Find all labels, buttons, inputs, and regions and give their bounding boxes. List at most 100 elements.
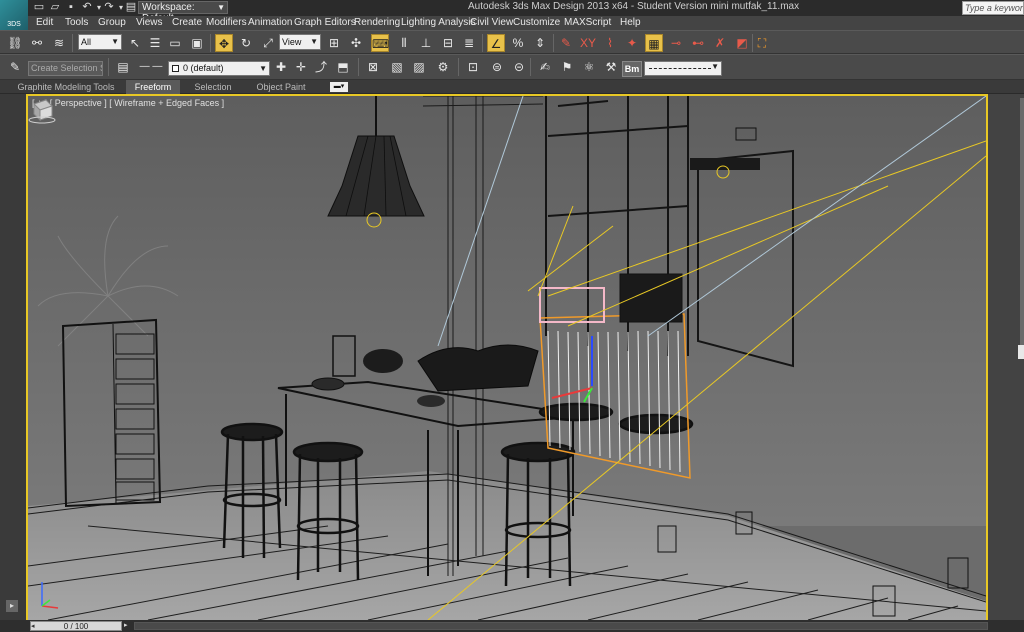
open-file-icon[interactable]: ▱ [48,1,62,14]
align-icon[interactable]: ⊥ [417,34,435,52]
keyboard-shortcut-override-icon[interactable]: ⌨ [371,34,389,52]
layer-dropdown[interactable]: 0 (default) ▼ [168,61,270,76]
window-crossing-icon[interactable]: ▣ [188,34,206,52]
expand-arrow-icon[interactable]: ▸ [6,600,18,612]
edit-named-selection-icon[interactable]: ✎ [557,34,575,52]
tab-freeform[interactable]: Freeform [126,80,180,94]
unlink-icon[interactable]: ⚯ [28,34,46,52]
menu-item-group[interactable]: Group [98,17,126,28]
mirror-axis-icon[interactable]: XY [579,34,597,52]
chevron-right-icon[interactable]: ▸ [124,621,128,629]
menu-item-create[interactable]: Create [172,17,202,28]
select-and-move-icon[interactable]: ✥ [215,34,233,52]
bind-space-warp-icon[interactable]: ≋ [50,34,68,52]
project-folder-icon[interactable]: ▤ [124,1,138,14]
render-online-icon[interactable]: ⛶ [753,34,771,52]
select-and-manipulate-icon[interactable]: ✣ [347,34,365,52]
menu-item-lighting-analysis[interactable]: Lighting Analysis [401,17,476,28]
close-container-icon[interactable]: ⊝ [510,58,528,76]
menu-item-help[interactable]: Help [620,17,641,28]
select-and-scale-icon[interactable]: ⤢ [259,34,277,52]
time-slider[interactable]: ◂ 0 / 100 [30,621,122,631]
layer-manager-icon[interactable]: ▤ [114,58,132,76]
menu-item-civil-view[interactable]: Civil View [470,17,513,28]
secondary-toolbar: ✎ Create Selection Se ▤ — — 0 (default) … [0,54,1024,80]
angle-snap-icon[interactable]: ∠ [487,34,505,52]
wireframe-scene [28,96,986,620]
selection-filter-dropdown[interactable]: All ▼ [78,34,122,50]
workspace-dropdown[interactable]: Workspace: Default ▼ [138,1,228,24]
scrollbar-thumb[interactable] [1020,98,1024,358]
menu-item-modifiers[interactable]: Modifiers [206,17,247,28]
save-file-icon[interactable]: ▪ [64,1,78,14]
new-file-icon[interactable]: ▭ [32,1,46,14]
snap-options-icon[interactable]: ⚒ [602,58,620,76]
toggle-scene-explorer-icon[interactable]: ⊟ [439,34,457,52]
edit-named-selection-sets-icon[interactable]: ✎ [6,58,24,76]
percent-snap-icon[interactable]: % [509,34,527,52]
reference-coordinate-value: View [282,37,302,47]
tab-graphite-modeling-tools[interactable]: Graphite Modeling Tools [14,80,118,94]
select-by-name-icon[interactable]: ☰ [146,34,164,52]
lock-container-icon[interactable]: ⊡ [464,58,482,76]
schematic-view-icon[interactable]: ✦ [623,34,641,52]
curve-editor-icon[interactable]: ⌇ [601,34,619,52]
render-iterative-icon[interactable]: ◩ [733,34,751,52]
frame-display: 0 / 100 [63,622,89,631]
render-production-icon[interactable]: ✗ [711,34,729,52]
container-icon[interactable]: ⊠ [364,58,382,76]
update-container-icon[interactable]: ⚙ [434,58,452,76]
title-bar: ▭ ▱ ▪ ↶ ▾ ↷ ▾ ▤ Workspace: Default ▼ Aut… [0,0,1024,24]
menu-item-rendering[interactable]: Rendering [354,17,400,28]
spinner-snap-icon[interactable]: ⇕ [531,34,549,52]
application-menu-button[interactable]: 3DS [0,0,28,30]
chevron-left-icon[interactable]: ◂ [31,622,35,632]
named-selection-set-input[interactable]: Create Selection Se [28,61,103,76]
menu-item-customize[interactable]: Customize [513,17,560,28]
pivot-center-icon[interactable]: ⊞ [325,34,343,52]
menu-item-views[interactable]: Views [136,17,163,28]
mirror-icon[interactable]: ⫴ [395,34,413,52]
perspective-viewport[interactable]: [ + ] [ Perspective ] [ Wireframe + Edge… [26,94,988,622]
create-new-layer-icon[interactable]: ✚ [272,58,290,76]
material-editor-icon[interactable]: ▦ [645,34,663,52]
help-search-input[interactable]: Type a keyword or [962,1,1024,15]
menu-item-tools[interactable]: Tools [65,17,88,28]
render-frame-window-icon[interactable]: ⊷ [689,34,707,52]
snap-paint-icon[interactable]: ⚑ [558,58,576,76]
add-to-layer-icon[interactable]: ✛ [292,58,310,76]
select-layer-objects-icon[interactable]: ⤴ [312,58,330,76]
menu-item-animation[interactable]: Animation [248,17,292,28]
reference-coordinate-dropdown[interactable]: View ▼ [279,34,321,50]
viewport-label[interactable]: [ + ] [ Perspective ] [ Wireframe + Edge… [32,98,224,108]
snap-brush-icon[interactable]: ✍ [536,58,554,76]
toggle-layer-manager-icon[interactable]: ≣ [460,34,478,52]
menu-item-graph-editors[interactable]: Graph Editors [294,17,356,28]
tab-selection[interactable]: Selection [186,80,240,94]
render-setup-icon[interactable]: ⊸ [667,34,685,52]
bm-button[interactable]: Bm [622,61,642,77]
chevron-down-icon: ▼ [711,62,719,71]
select-object-icon[interactable]: ↖ [126,34,144,52]
viewcube-icon[interactable] [28,96,56,124]
line-style-dropdown[interactable]: ▼ [644,61,722,76]
chevron-down-icon: ▼ [111,37,119,46]
snap-settings-icon[interactable]: ⚛ [580,58,598,76]
select-and-link-icon[interactable]: ⛓ [6,34,24,52]
dash-line-icon [649,68,711,69]
set-current-layer-icon[interactable]: ⬒ [334,58,352,76]
container-explorer-icon[interactable]: ▨ [410,58,428,76]
menu-item-edit[interactable]: Edit [36,17,53,28]
inherit-container-icon[interactable]: ▧ [388,58,406,76]
open-container-icon[interactable]: ⊜ [488,58,506,76]
menu-bar: Edit Tools Group Views Create Modifiers … [28,16,1024,30]
rectangular-selection-icon[interactable]: ▭ [166,34,184,52]
menu-item-maxscript[interactable]: MAXScript [564,17,611,28]
chevron-down-icon: ▼ [259,64,267,73]
scrollbar-button[interactable] [1018,345,1024,359]
tab-object-paint[interactable]: Object Paint [250,80,312,94]
select-and-rotate-icon[interactable]: ↻ [237,34,255,52]
ribbon-minimize-button[interactable]: ▬▾ [330,82,348,92]
app-window: ▭ ▱ ▪ ↶ ▾ ↷ ▾ ▤ Workspace: Default ▼ Aut… [0,0,1024,632]
track-bar[interactable] [134,622,988,630]
